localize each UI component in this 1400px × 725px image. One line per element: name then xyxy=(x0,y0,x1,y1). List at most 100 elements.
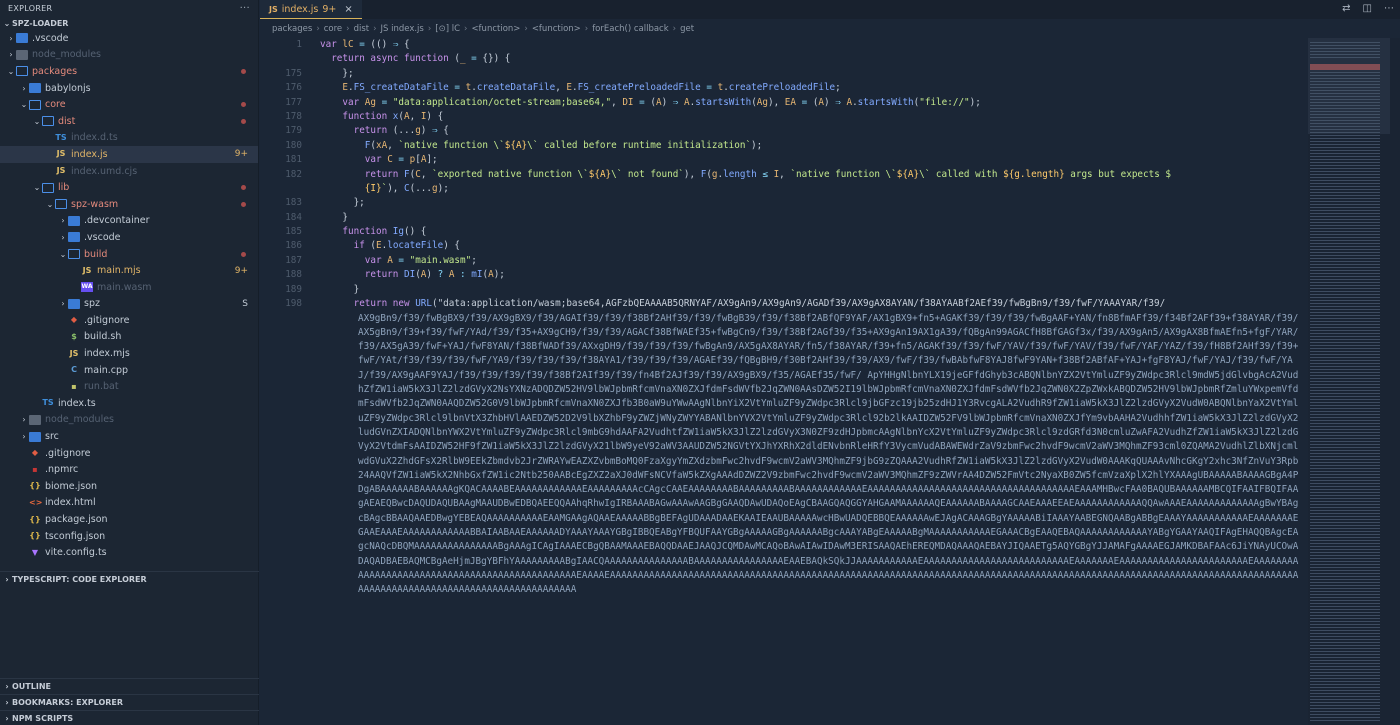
tree-item-index-js[interactable]: JS index.js 9+ xyxy=(0,146,258,163)
code-line: 189 } xyxy=(260,283,1308,297)
breadcrumb-item[interactable]: forEach() callback xyxy=(592,24,668,34)
code-text: E.FS_createDataFile = t.createDataFile, … xyxy=(342,82,841,94)
tree-item-index-ts[interactable]: TS index.ts xyxy=(0,395,258,412)
tree-item-src[interactable]: › src xyxy=(0,428,258,445)
chevron-down-icon: ⌄ xyxy=(20,100,28,110)
tree-item-build-sh[interactable]: $ build.sh xyxy=(0,329,258,346)
js-file-icon: JS xyxy=(269,4,278,14)
split-editor-icon[interactable]: ◫ xyxy=(1363,3,1372,14)
tree-item-label: spz xyxy=(84,298,100,310)
tree-item-label: .vscode xyxy=(84,231,121,243)
folder-open-icon xyxy=(16,66,28,77)
minimap-block xyxy=(1310,72,1380,722)
close-icon[interactable]: × xyxy=(344,4,352,15)
folder-gray-icon xyxy=(16,49,28,60)
tree-item-packages[interactable]: ⌄ packages xyxy=(0,63,258,80)
tree-item-vite-config-ts[interactable]: ▼ vite.config.ts xyxy=(0,544,258,561)
code-line: 185 function Ig() { xyxy=(260,225,1308,239)
tree-item-biome-json[interactable]: {} biome.json xyxy=(0,478,258,495)
compare-icon[interactable]: ⇄ xyxy=(1342,3,1350,14)
tree-item-gitignore[interactable]: ◆ .gitignore xyxy=(0,312,258,329)
tree-item-gitignore[interactable]: ◆ .gitignore xyxy=(0,445,258,462)
breadcrumb-item[interactable]: dist xyxy=(354,24,370,34)
tree-item-npmrc[interactable]: ▪ .npmrc xyxy=(0,461,258,478)
tree-item-label: spz-wasm xyxy=(71,198,119,210)
tree-item-main-cpp[interactable]: Cmain.cpp xyxy=(0,362,258,379)
folder-open-icon xyxy=(55,199,67,210)
breadcrumb-item[interactable]: core xyxy=(324,24,342,34)
tree-item-index-mjs[interactable]: JS index.mjs xyxy=(0,345,258,362)
tree-item-label: index.ts xyxy=(58,397,96,409)
tree-item-node-modules[interactable]: › node_modules xyxy=(0,47,258,64)
folder-open-icon xyxy=(68,249,80,260)
tree-item-node-modules[interactable]: › node_modules xyxy=(0,412,258,429)
tree-item-run-bat[interactable]: ▪ run.bat xyxy=(0,378,258,395)
file-tree: › .vscode › node_modules ⌄ packages › babylonjs… xyxy=(0,30,258,561)
line-number: 198 xyxy=(285,298,302,310)
modified-dot-icon xyxy=(241,185,246,191)
tab-label: index.js xyxy=(281,3,319,15)
section-label: BOOKMARKS: EXPLORER xyxy=(12,698,124,707)
vertical-scrollbar[interactable] xyxy=(1390,38,1400,725)
code-text: var lC = (() ⇒ { xyxy=(320,39,410,50)
tree-item-build[interactable]: ⌄ build xyxy=(0,246,258,263)
tree-item-package-json[interactable]: {} package.json xyxy=(0,511,258,528)
tab-index-js[interactable]: JS index.js 9+ × xyxy=(260,0,362,19)
breadcrumb-separator-icon: › xyxy=(672,23,677,34)
line-number: 182 xyxy=(285,168,302,180)
tree-item-dist[interactable]: ⌄ dist xyxy=(0,113,258,130)
code-line: 1 var lC = (() ⇒ { xyxy=(260,38,1308,52)
breadcrumb-item[interactable]: [⊙] lC xyxy=(435,24,460,34)
breadcrumb-separator-icon: › xyxy=(316,23,320,34)
code-text: if (E.locateFile) { xyxy=(353,240,460,252)
breadcrumb-separator-icon: › xyxy=(427,23,432,34)
breadcrumb-item[interactable]: <function> xyxy=(471,24,520,34)
code-text: {I}`), C(...g); xyxy=(364,182,449,194)
tree-item-index-html[interactable]: <> index.html xyxy=(0,495,258,512)
tree-item-lib[interactable]: ⌄ lib xyxy=(0,179,258,196)
tree-item-babylonjs[interactable]: › babylonjs xyxy=(0,80,258,97)
minimap[interactable] xyxy=(1308,38,1400,725)
breadcrumb-item[interactable]: get xyxy=(680,24,694,34)
breadcrumb-item[interactable]: JS index.js xyxy=(381,24,424,34)
ts-icon: TS xyxy=(42,398,54,408)
tree-item-main-wasm[interactable]: WA main.wasm xyxy=(0,279,258,296)
modified-dot-icon xyxy=(241,102,246,108)
tree-item-label: main.mjs xyxy=(97,265,141,277)
code-line: 183 }; xyxy=(260,196,1308,210)
outline-section[interactable]: › OUTLINE xyxy=(0,678,259,694)
code-line: 179 return (...g) ⇒ { xyxy=(260,124,1308,138)
tree-item-tsconfig-json[interactable]: {} tsconfig.json xyxy=(0,528,258,545)
tree-item-spz[interactable]: › spz S xyxy=(0,296,258,313)
code-line: 178 function x(A, I) { xyxy=(260,110,1308,124)
tree-item-index-d-ts[interactable]: TS index.d.ts xyxy=(0,130,258,147)
chevron-right-icon: › xyxy=(5,714,9,723)
code-line: 181 var C = p[A]; xyxy=(260,153,1308,167)
tree-item-main-mjs[interactable]: JS main.mjs 9+ xyxy=(0,262,258,279)
more-actions-icon[interactable]: ⋯ xyxy=(1384,3,1394,14)
tree-item-vscode[interactable]: › .vscode xyxy=(0,30,258,47)
project-section-header[interactable]: ⌄ SPZ-LOADER xyxy=(0,16,258,30)
folder-icon xyxy=(29,83,41,94)
tree-item-core[interactable]: ⌄ core xyxy=(0,96,258,113)
bookmarks-section[interactable]: › BOOKMARKS: EXPLORER xyxy=(0,694,259,710)
breadcrumb: packages › core › dist › JS index.js › [⊙] lC › <f… xyxy=(260,19,1400,38)
code-line: 182 return F(C, `exported native functio… xyxy=(260,168,1308,182)
typescript-explorer-section[interactable]: › TYPESCRIPT: CODE EXPLORER xyxy=(0,571,259,587)
more-actions-icon[interactable]: ··· xyxy=(240,3,250,14)
code-text: function Ig() { xyxy=(342,226,427,238)
breadcrumb-item[interactable]: packages xyxy=(272,24,312,34)
npm-scripts-section[interactable]: › NPM SCRIPTS xyxy=(0,710,259,725)
tree-item-vscode[interactable]: › .vscode xyxy=(0,229,258,246)
breadcrumb-separator-icon: › xyxy=(373,23,377,34)
code-editor[interactable]: 1 var lC = (() ⇒ { return async function … xyxy=(260,38,1308,725)
line-number: 175 xyxy=(285,67,302,79)
folder-gray-icon xyxy=(29,414,41,425)
tree-item-spz-wasm[interactable]: ⌄ spz-wasm xyxy=(0,196,258,213)
tree-item-index-umd-cjs[interactable]: JS index.umd.cjs xyxy=(0,163,258,180)
problems-badge: 9+ xyxy=(234,265,248,276)
minimap-highlight xyxy=(1310,64,1380,70)
code-line: 184 } xyxy=(260,211,1308,225)
tree-item-devcontainer[interactable]: › .devcontainer xyxy=(0,213,258,230)
breadcrumb-item[interactable]: <function> xyxy=(532,24,581,34)
